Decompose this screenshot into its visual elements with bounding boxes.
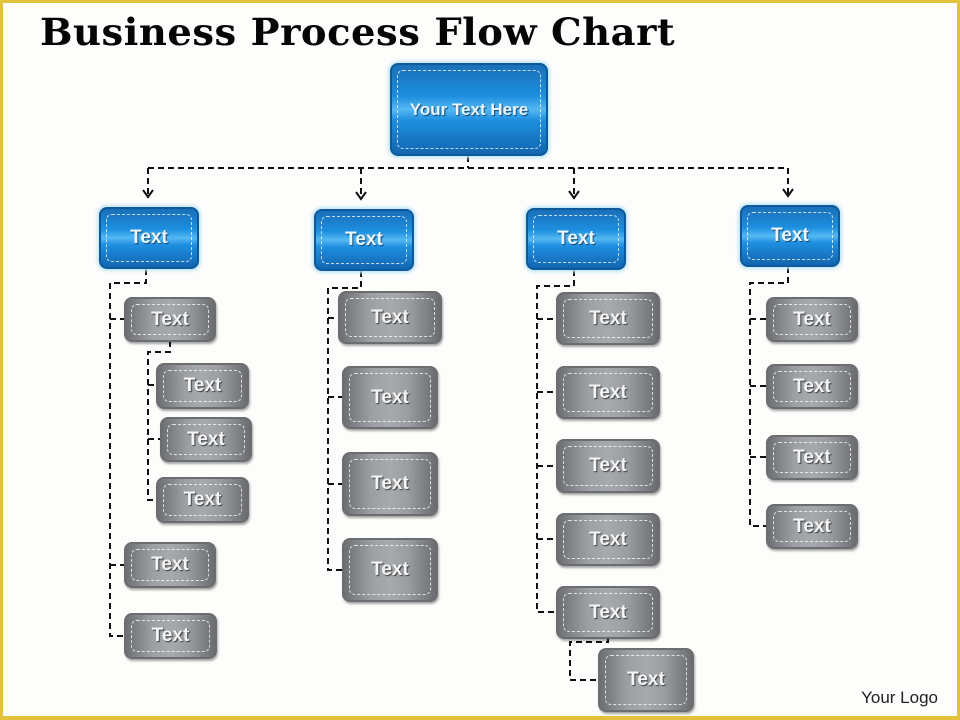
- child-node[interactable]: Text: [556, 292, 660, 345]
- child-node[interactable]: Text: [556, 366, 660, 419]
- child-node[interactable]: Text: [766, 504, 858, 549]
- child-node[interactable]: Text: [156, 477, 249, 523]
- child-node[interactable]: Text: [124, 613, 217, 659]
- child-node[interactable]: Text: [766, 435, 858, 480]
- branch-node-2[interactable]: Text: [314, 209, 414, 271]
- child-node[interactable]: Text: [342, 452, 438, 516]
- child-node[interactable]: Text: [342, 366, 438, 429]
- child-node[interactable]: Text: [766, 297, 858, 342]
- child-node[interactable]: Text: [556, 513, 660, 566]
- child-node[interactable]: Text: [338, 291, 442, 344]
- branch-node-3[interactable]: Text: [526, 208, 626, 270]
- child-node[interactable]: Text: [598, 648, 694, 712]
- branch-node-4[interactable]: Text: [740, 205, 840, 267]
- child-node[interactable]: Text: [124, 297, 216, 342]
- child-node[interactable]: Text: [160, 417, 252, 462]
- child-node[interactable]: Text: [556, 439, 660, 493]
- root-node[interactable]: Your Text Here: [390, 63, 548, 156]
- branch-node-1[interactable]: Text: [99, 207, 199, 269]
- child-node[interactable]: Text: [342, 538, 438, 602]
- child-node[interactable]: Text: [766, 364, 858, 409]
- root-connector: [147, 156, 789, 198]
- child-node[interactable]: Text: [124, 542, 216, 588]
- child-node[interactable]: Text: [556, 586, 660, 639]
- logo-placeholder: Your Logo: [861, 688, 938, 707]
- child-node[interactable]: Text: [156, 363, 249, 409]
